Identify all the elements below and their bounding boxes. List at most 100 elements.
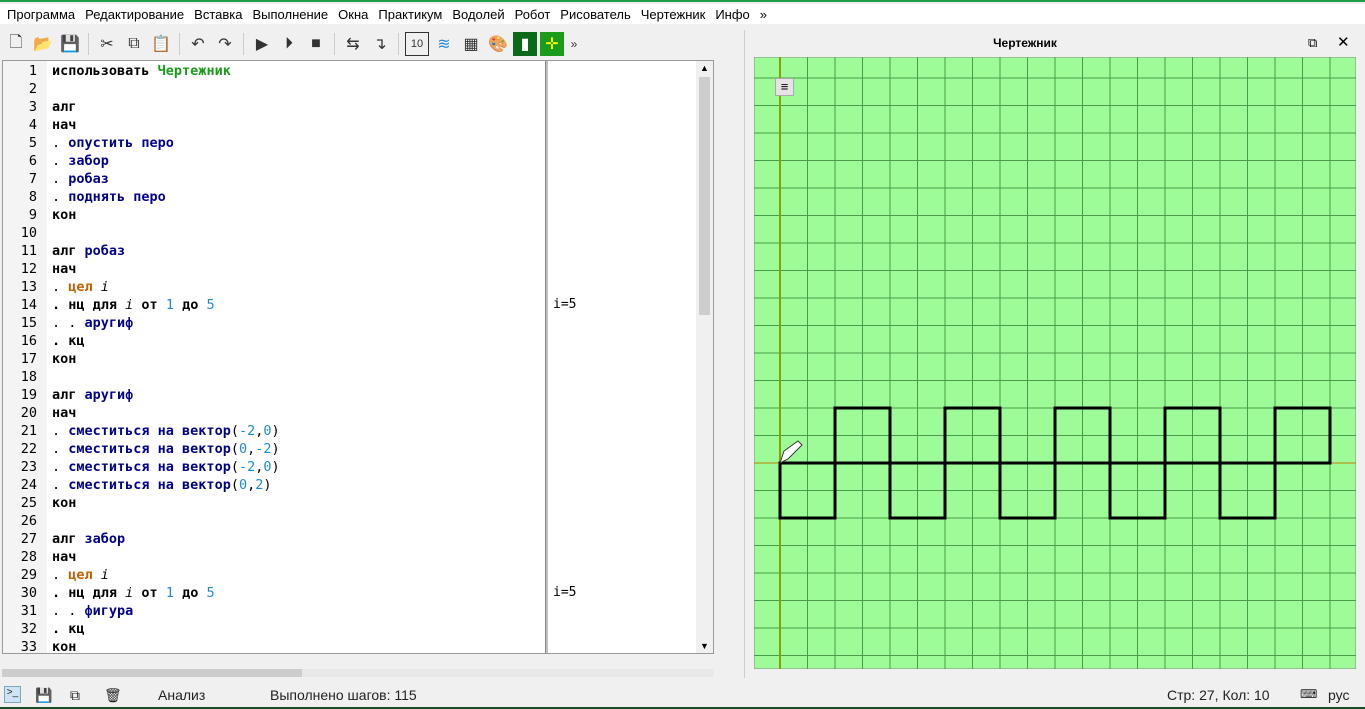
turtle-icon[interactable]: ▮ [513,32,537,56]
line-text: . нц для i от 1 до 5 [37,297,215,315]
menu-item-4[interactable]: Окна [333,7,373,22]
run-step-icon[interactable]: ⏵ [277,32,301,56]
code-line[interactable]: 16 . кц [3,333,545,351]
code-line[interactable]: 10 [3,225,545,243]
code-line[interactable]: 31. . фигура [3,603,545,621]
robot-grid-icon[interactable]: ▦ [459,32,483,56]
margin-divider[interactable] [545,61,548,653]
cut-icon[interactable]: ✂ [95,32,119,56]
code-line[interactable]: 22. сместиться на вектор(0,-2) [3,441,545,459]
menu-item-11[interactable]: » [755,7,772,22]
copy-output-icon[interactable]: ⧉ [70,687,80,704]
code-line[interactable]: 30. нц для i от 1 до 5 [3,585,545,603]
run-icon[interactable]: ▶ [250,32,274,56]
scroll-up-icon[interactable]: ▲ [700,63,709,73]
close-icon[interactable]: ✕ [1337,33,1350,51]
code-token: ( [230,477,239,493]
code-line[interactable]: 6. забор [3,153,545,171]
more-icon[interactable]: » [567,32,581,56]
painter-icon[interactable]: 🎨 [486,32,510,56]
scrollbar-thumb[interactable] [699,77,710,315]
new-file-icon[interactable]: 🗋 [4,32,28,56]
margin-value [553,495,576,513]
menu-item-2[interactable]: Вставка [189,7,247,22]
code-line[interactable]: 27 алг забор [3,531,545,549]
save-output-icon[interactable]: 💾 [35,687,52,704]
margin-value [553,99,576,117]
save-icon[interactable]: 💾 [58,32,82,56]
canvas-menu-icon[interactable]: ≡ [775,78,794,96]
vertical-scrollbar[interactable]: ▲ ▼ [696,61,713,653]
stop-icon[interactable]: ■ [304,32,328,56]
menu-item-9[interactable]: Чертежник [636,7,711,22]
float-window-icon[interactable]: ⧉ [1308,35,1317,51]
menu-item-0[interactable]: Программа [2,7,80,22]
margin-value [553,207,576,225]
draftsman-icon[interactable]: ✛ [540,32,564,56]
margin-value [553,369,576,387]
code-token: 0 [263,459,272,475]
open-folder-icon[interactable]: 📂 [31,32,55,56]
vodoley-icon[interactable]: ≋ [432,32,456,56]
code-line[interactable]: 21. сместиться на вектор(-2,0) [3,423,545,441]
code-token: . [52,279,69,295]
code-line[interactable]: 4 нач [3,117,545,135]
code-line[interactable]: 14. нц для i от 1 до 5 [3,297,545,315]
menu-item-1[interactable]: Редактирование [80,7,189,22]
code-line[interactable]: 32 . кц [3,621,545,639]
code-line[interactable]: 19 алг аругиф [3,387,545,405]
menu-item-6[interactable]: Водолей [447,7,509,22]
code-line[interactable]: 13. цел i [3,279,545,297]
panel-title: Чертежник [993,36,1057,50]
code-line[interactable]: 25 кон [3,495,545,513]
menu-item-3[interactable]: Выполнение [247,7,333,22]
code-line[interactable]: 20 нач [3,405,545,423]
redo-icon[interactable]: ↷ [213,32,237,56]
line-number: 12 [20,261,37,277]
code-line[interactable]: 33 кон [3,639,545,657]
code-line[interactable]: 8. поднять перо [3,189,545,207]
menu-item-7[interactable]: Робот [510,7,556,22]
code-line[interactable]: 9 кон [3,207,545,225]
code-line[interactable]: 7. робаз [3,171,545,189]
calculator-icon[interactable]: 10 [405,32,429,56]
line-number: 3 [28,99,37,115]
code-token: -2 [238,423,256,439]
step-into-icon[interactable]: ↴ [368,32,392,56]
code-line[interactable]: 23. сместиться на вектор(-2,0) [3,459,545,477]
line-text [37,81,52,99]
line-number: 7 [28,171,37,187]
code-token: цел [68,567,101,583]
console-icon[interactable]: >_ [4,686,21,703]
code-line[interactable]: 3 алг [3,99,545,117]
drawing-canvas[interactable] [754,57,1356,669]
code-line[interactable]: 2 [3,81,545,99]
code-line[interactable]: 5. опустить перо [3,135,545,153]
code-line[interactable]: 1 использовать Чертежник [3,63,545,81]
step-over-icon[interactable]: ⇆ [341,32,365,56]
line-text: нач [37,405,76,423]
code-line[interactable]: 11 алг робаз [3,243,545,261]
language-indicator[interactable]: рус [1328,687,1349,703]
code-line[interactable]: 17 кон [3,351,545,369]
horizontal-scrollbar[interactable] [2,669,714,677]
menu-item-8[interactable]: Рисователь [555,7,635,22]
menu-item-10[interactable]: Инфо [710,7,754,22]
code-editor[interactable]: 1 использовать Чертежник 2 3 алг 4 нач 5. опуст… [2,60,714,657]
code-token: 5 [206,297,215,313]
copy-icon[interactable]: ⧉ [122,32,146,56]
clear-output-icon[interactable]: 🗑 [104,687,122,704]
code-line[interactable]: 28 нач [3,549,545,567]
code-line[interactable]: 18 [3,369,545,387]
undo-icon[interactable]: ↶ [186,32,210,56]
code-line[interactable]: 29. цел i [3,567,545,585]
paste-icon[interactable]: 📋 [149,32,173,56]
code-line[interactable]: 26 [3,513,545,531]
code-line[interactable]: 12 нач [3,261,545,279]
scroll-down-icon[interactable]: ▼ [700,641,709,651]
code-token: . [52,171,69,187]
code-line[interactable]: 24. сместиться на вектор(0,2) [3,477,545,495]
code-line[interactable]: 15. . аругиф [3,315,545,333]
menu-item-5[interactable]: Практикум [373,7,447,22]
code-lines[interactable]: 1 использовать Чертежник 2 3 алг 4 нач 5. опуст… [3,63,545,657]
